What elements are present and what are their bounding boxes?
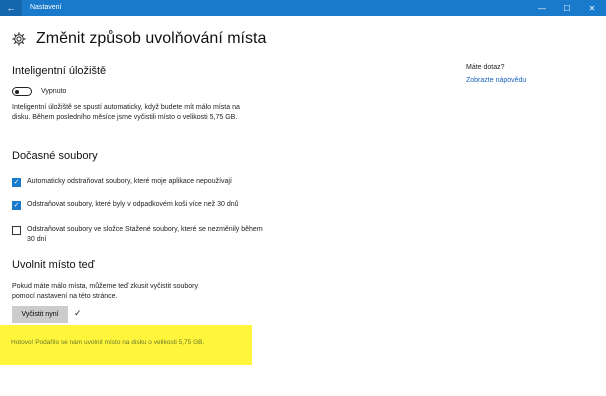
option-delete-downloads-files[interactable]: Odstraňovat soubory ve složce Stažené so… [12, 225, 267, 245]
minimize-button[interactable]: — [530, 0, 554, 16]
storage-sense-description: Inteligentní úložiště se spustí automati… [12, 104, 240, 121]
page-header: Změnit způsob uvolňování místa [12, 30, 266, 48]
maximize-icon: ☐ [563, 3, 571, 13]
cleanup-result-message: Hotovo! Podařilo se nám uvolnit místo na… [11, 339, 205, 346]
help-question: Máte dotaz? [466, 64, 505, 71]
option-label: Odstraňovat soubory ve složce Stažené so… [27, 226, 263, 243]
back-button[interactable]: ← [0, 0, 22, 16]
checkbox-checked[interactable]: ✓ [12, 201, 21, 210]
maximize-button[interactable]: ☐ [555, 0, 579, 16]
back-arrow-icon: ← [6, 2, 16, 13]
minimize-icon: — [538, 3, 546, 13]
free-now-description: Pokud máte málo místa, můžeme teď zkusit… [12, 283, 198, 300]
close-button[interactable]: ✕ [580, 0, 604, 16]
storage-sense-toggle[interactable] [12, 87, 32, 96]
option-label: Odstraňovat soubory, které byly v odpadk… [27, 201, 239, 208]
page-title: Změnit způsob uvolňování místa [36, 30, 267, 47]
clean-now-button[interactable]: Vyčistit nyní [12, 306, 68, 323]
done-check-icon: ✓ [74, 308, 82, 318]
window-title: Nastavení [30, 4, 62, 11]
storage-sense-heading: Inteligentní úložiště [12, 65, 107, 77]
temp-files-heading: Dočasné soubory [12, 150, 98, 162]
free-now-heading: Uvolnit místo teď [12, 259, 95, 271]
close-icon: ✕ [588, 3, 596, 13]
title-bar: ← Nastavení — ☐ ✕ [0, 0, 606, 16]
option-delete-recycle-bin-files[interactable]: ✓ Odstraňovat soubory, které byly v odpa… [12, 200, 267, 210]
checkbox-unchecked[interactable] [12, 226, 21, 235]
toggle-knob [15, 89, 19, 94]
gear-icon [12, 32, 26, 46]
help-link[interactable]: Zobrazte nápovědu [466, 77, 526, 84]
checkbox-checked[interactable]: ✓ [12, 178, 21, 187]
toggle-state-label: Vypnuto [41, 88, 67, 95]
option-label: Automaticky odstraňovat soubory, které m… [27, 178, 232, 185]
option-delete-unused-app-files[interactable]: ✓ Automaticky odstraňovat soubory, které… [12, 177, 267, 187]
